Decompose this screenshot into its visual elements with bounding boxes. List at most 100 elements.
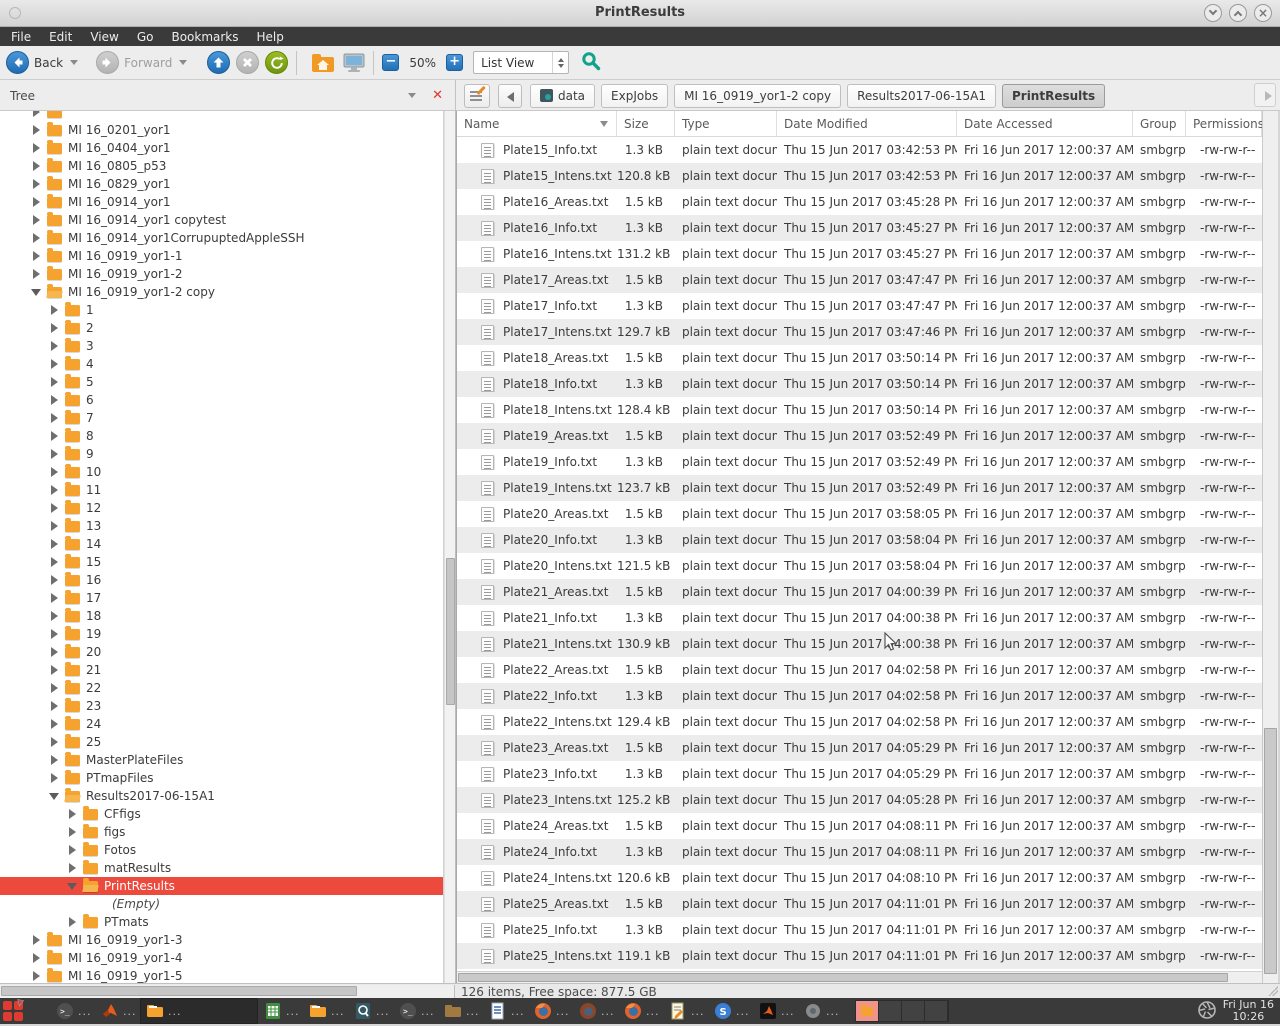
tree-item-19[interactable]: 19 [0, 625, 443, 643]
tree-item-15[interactable]: 15 [0, 553, 443, 571]
tree-item-6[interactable]: 6 [0, 391, 443, 409]
breadcrumb-results2017-06-15a1[interactable]: Results2017-06-15A1 [847, 84, 996, 108]
breadcrumb-printresults[interactable]: PrintResults [1002, 84, 1105, 108]
file-row-plate17-info-txt[interactable]: Plate17_Info.txt1.3 kBplain text documen… [457, 293, 1262, 319]
tree-item-23[interactable]: 23 [0, 697, 443, 715]
file-row-plate18-intens-txt[interactable]: Plate18_Intens.txt128.4 kBplain text doc… [457, 397, 1262, 423]
expander-open-icon[interactable] [49, 790, 61, 802]
file-row-plate20-info-txt[interactable]: Plate20_Info.txt1.3 kBplain text documen… [457, 527, 1262, 553]
taskbar-task-12[interactable]: ... [663, 998, 708, 1024]
expander-closed-icon[interactable] [49, 574, 61, 586]
expander-closed-icon[interactable] [49, 358, 61, 370]
file-row-plate25-info-txt[interactable]: Plate25_Info.txt1.3 kBplain text documen… [457, 917, 1262, 943]
taskbar-task-15[interactable]: ... [798, 998, 843, 1024]
tree-item-11[interactable]: 11 [0, 481, 443, 499]
menu-item-view[interactable]: View [81, 29, 127, 45]
expander-closed-icon[interactable] [49, 430, 61, 442]
column-header-type[interactable]: Type [675, 111, 777, 136]
file-row-plate15-intens-txt[interactable]: Plate15_Intens.txt120.8 kBplain text doc… [457, 163, 1262, 189]
scrollbar-thumb[interactable] [458, 973, 1228, 982]
expander-closed-icon[interactable] [49, 628, 61, 640]
close-button[interactable]: × [1254, 4, 1272, 22]
taskbar-task-8[interactable]: ... [483, 998, 528, 1024]
taskbar-task-2[interactable]: ... [140, 998, 258, 1024]
expander-closed-icon[interactable] [49, 772, 61, 784]
file-row-plate19-areas-txt[interactable]: Plate19_Areas.txt1.5 kBplain text docume… [457, 423, 1262, 449]
tree-item-masterplatefiles[interactable]: MasterPlateFiles [0, 751, 443, 769]
list-horizontal-scrollbar[interactable] [457, 971, 1262, 983]
expander-closed-icon[interactable] [31, 160, 43, 172]
taskbar-task-11[interactable]: ... [618, 998, 663, 1024]
view-mode-spinner[interactable] [552, 52, 568, 73]
expander-closed-icon[interactable] [31, 214, 43, 226]
path-scroll-left-button[interactable] [498, 84, 522, 108]
expander-closed-icon[interactable] [49, 754, 61, 766]
expander-closed-icon[interactable] [49, 718, 61, 730]
tree-item-mi-16-0914-yor1-copytest[interactable]: MI 16_0914_yor1 copytest [0, 211, 443, 229]
taskbar-task-1[interactable]: ... [95, 998, 140, 1024]
expander-closed-icon[interactable] [49, 700, 61, 712]
file-row-plate17-intens-txt[interactable]: Plate17_Intens.txt129.7 kBplain text doc… [457, 319, 1262, 345]
column-header-date-modified[interactable]: Date Modified [777, 111, 957, 136]
tree-item-mi-16-0805-p53[interactable]: MI 16_0805_p53 [0, 157, 443, 175]
file-row-plate20-areas-txt[interactable]: Plate20_Areas.txt1.5 kBplain text docume… [457, 501, 1262, 527]
expander-closed-icon[interactable] [49, 340, 61, 352]
clock[interactable]: Fri Jun 16 10:26 [1197, 998, 1274, 1024]
taskbar-task-4[interactable]: ... [303, 998, 348, 1024]
side-pane-close-icon[interactable]: ✕ [432, 88, 443, 103]
expander-closed-icon[interactable] [31, 268, 43, 280]
expander-closed-icon[interactable] [31, 250, 43, 262]
taskbar-task-6[interactable]: >_... [393, 998, 438, 1024]
workspace-2[interactable] [879, 1001, 902, 1021]
tree-item[interactable] [0, 111, 443, 121]
menu-item-edit[interactable]: Edit [40, 29, 81, 45]
file-row-plate24-intens-txt[interactable]: Plate24_Intens.txt120.6 kBplain text doc… [457, 865, 1262, 891]
tree-item-22[interactable]: 22 [0, 679, 443, 697]
expander-open-icon[interactable] [67, 880, 79, 892]
file-row-plate21-areas-txt[interactable]: Plate21_Areas.txt1.5 kBplain text docume… [457, 579, 1262, 605]
tree-item-4[interactable]: 4 [0, 355, 443, 373]
stop-button[interactable] [236, 51, 259, 74]
tree-item-cffigs[interactable]: CFfigs [0, 805, 443, 823]
expander-closed-icon[interactable] [49, 466, 61, 478]
tree-item-mi-16-0919-yor1-2-copy[interactable]: MI 16_0919_yor1-2 copy [0, 283, 443, 301]
expander-closed-icon[interactable] [49, 556, 61, 568]
workspace-3[interactable] [902, 1001, 925, 1021]
file-row-plate18-info-txt[interactable]: Plate18_Info.txt1.3 kBplain text documen… [457, 371, 1262, 397]
tree-item-matresults[interactable]: matResults [0, 859, 443, 877]
file-row-plate22-intens-txt[interactable]: Plate22_Intens.txt129.4 kBplain text doc… [457, 709, 1262, 735]
tree-item-9[interactable]: 9 [0, 445, 443, 463]
expander-closed-icon[interactable] [49, 448, 61, 460]
tree-item-mi-16-0201-yor1[interactable]: MI 16_0201_yor1 [0, 121, 443, 139]
breadcrumb-expjobs[interactable]: ExpJobs [601, 84, 668, 108]
expander-closed-icon[interactable] [49, 484, 61, 496]
file-row-plate23-areas-txt[interactable]: Plate23_Areas.txt1.5 kBplain text docume… [457, 735, 1262, 761]
expander-closed-icon[interactable] [49, 736, 61, 748]
tree-item-mi-16-0919-yor1-4[interactable]: MI 16_0919_yor1-4 [0, 949, 443, 967]
path-scroll-right-button[interactable] [1254, 83, 1276, 107]
expander-closed-icon[interactable] [49, 412, 61, 424]
scrollbar-thumb[interactable] [1, 986, 357, 996]
file-row-plate21-info-txt[interactable]: Plate21_Info.txt1.3 kBplain text documen… [457, 605, 1262, 631]
file-row-plate25-intens-txt[interactable]: Plate25_Intens.txt119.1 kBplain text doc… [457, 943, 1262, 969]
tree-item-24[interactable]: 24 [0, 715, 443, 733]
back-history-dropdown-icon[interactable] [70, 60, 78, 65]
file-row-plate20-intens-txt[interactable]: Plate20_Intens.txt121.5 kBplain text doc… [457, 553, 1262, 579]
computer-button[interactable] [343, 53, 365, 73]
breadcrumb-data[interactable]: data [530, 84, 595, 108]
menu-item-go[interactable]: Go [128, 29, 163, 45]
tree-item-mi-16-0919-yor1-2[interactable]: MI 16_0919_yor1-2 [0, 265, 443, 283]
taskbar-task-0[interactable]: >_... [50, 998, 95, 1024]
scrollbar-thumb[interactable] [446, 558, 455, 705]
minimize-button[interactable] [1204, 4, 1222, 22]
taskbar-task-14[interactable]: ... [753, 998, 798, 1024]
expander-closed-icon[interactable] [31, 124, 43, 136]
column-header-name[interactable]: Name [457, 111, 617, 136]
column-header-size[interactable]: Size [617, 111, 675, 136]
expander-closed-icon[interactable] [31, 970, 43, 982]
expander-closed-icon[interactable] [49, 538, 61, 550]
home-button[interactable] [311, 53, 335, 73]
file-row-plate18-areas-txt[interactable]: Plate18_Areas.txt1.5 kBplain text docume… [457, 345, 1262, 371]
file-row-plate16-intens-txt[interactable]: Plate16_Intens.txt131.2 kBplain text doc… [457, 241, 1262, 267]
maximize-button[interactable] [1229, 4, 1247, 22]
